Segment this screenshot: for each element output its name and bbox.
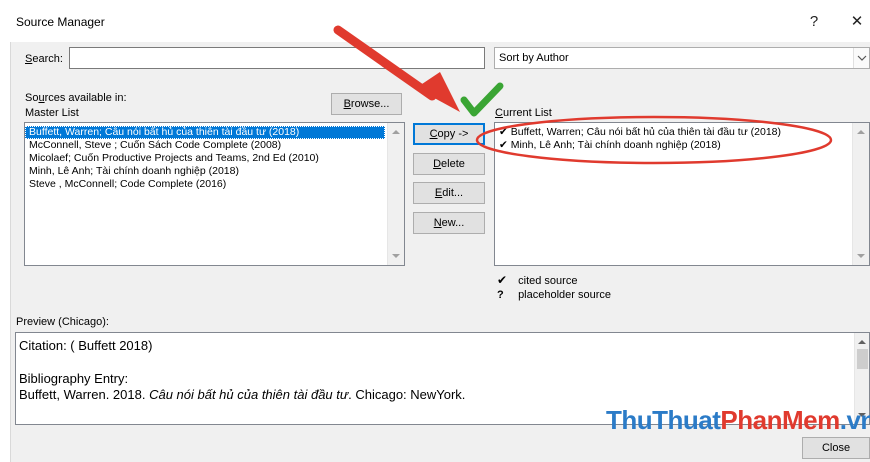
- red-arrow-annotation: [333, 25, 460, 112]
- red-ellipse-annotation: [475, 115, 833, 165]
- green-check-annotation: [460, 82, 504, 117]
- annotation-overlay: [333, 25, 833, 165]
